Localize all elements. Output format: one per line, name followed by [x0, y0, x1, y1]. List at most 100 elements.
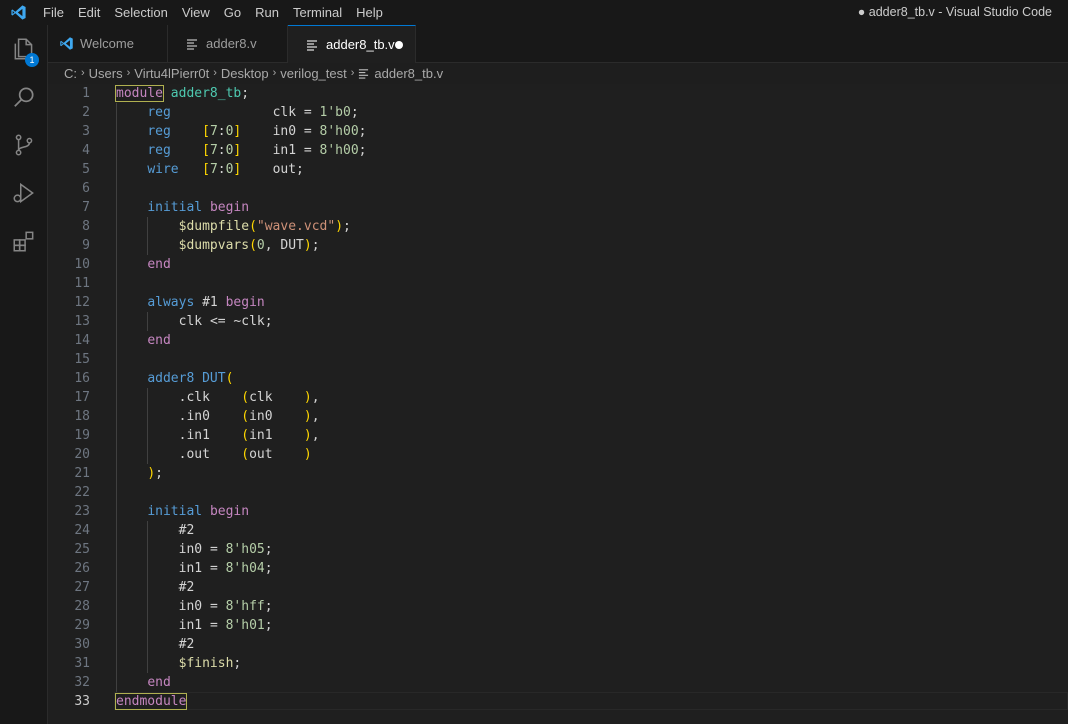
- line-number: 26: [74, 561, 90, 576]
- code-line[interactable]: 15: [48, 350, 1068, 369]
- activity-bar: 1: [0, 25, 48, 724]
- code-text: reg [7:0] in1 = 8'h00;: [147, 143, 367, 158]
- chevron-right-icon: ›: [126, 67, 131, 79]
- line-number: 29: [74, 618, 90, 633]
- extensions-icon[interactable]: [0, 217, 47, 265]
- code-line[interactable]: 25 in0 = 8'h05;: [48, 540, 1068, 559]
- code-line[interactable]: 20 .out (out ): [48, 445, 1068, 464]
- code-line[interactable]: 4 reg [7:0] in1 = 8'h00;: [48, 141, 1068, 160]
- code-editor[interactable]: 1 module adder8_tb; 2 reg clk = 1'b0; 3 reg…: [48, 84, 1068, 724]
- code-line[interactable]: 16 adder8 DUT(: [48, 369, 1068, 388]
- vscode-logo-icon: [58, 36, 74, 52]
- line-number: 8: [82, 219, 90, 234]
- code-line[interactable]: 11: [48, 274, 1068, 293]
- code-line[interactable]: 33 endmodule: [48, 692, 1068, 711]
- line-number: 32: [74, 675, 90, 690]
- vscode-logo-icon: [0, 0, 36, 25]
- menu-item-help[interactable]: Help: [349, 0, 390, 25]
- line-number: 4: [82, 143, 90, 158]
- current-line-highlight: [114, 692, 1068, 710]
- code-line[interactable]: 29 in1 = 8'h01;: [48, 616, 1068, 635]
- code-line[interactable]: 27 #2: [48, 578, 1068, 597]
- menu-item-view[interactable]: View: [175, 0, 217, 25]
- menu-item-go[interactable]: Go: [217, 0, 248, 25]
- indent-guide: [147, 521, 149, 673]
- modified-dot-icon[interactable]: [395, 41, 403, 49]
- code-line[interactable]: 19 .in1 (in1 ),: [48, 426, 1068, 445]
- code-line[interactable]: 1 module adder8_tb;: [48, 84, 1068, 103]
- code-line[interactable]: 26 in1 = 8'h04;: [48, 559, 1068, 578]
- line-number: 25: [74, 542, 90, 557]
- code-text: initial begin: [147, 200, 250, 215]
- code-line[interactable]: 14 end: [48, 331, 1068, 350]
- breadcrumb-item[interactable]: Users: [89, 66, 123, 81]
- breadcrumb: C: › Users › Virtu4lPierr0t › Desktop › verilog_…: [64, 62, 443, 84]
- line-number: 2: [82, 105, 90, 120]
- tab-label: adder8.v: [206, 36, 257, 51]
- tab-label: adder8_tb.v: [326, 37, 395, 52]
- code-line[interactable]: 10 end: [48, 255, 1068, 274]
- indent-guide: [147, 217, 149, 255]
- line-number: 28: [74, 599, 90, 614]
- code-line[interactable]: 17 .clk (clk ),: [48, 388, 1068, 407]
- breadcrumb-item[interactable]: verilog_test: [280, 66, 346, 81]
- line-number: 6: [82, 181, 90, 196]
- tab-adder8[interactable]: adder8.v: [168, 25, 288, 62]
- explorer-badge: 1: [25, 53, 39, 67]
- breadcrumb-item[interactable]: Desktop: [221, 66, 269, 81]
- code-line[interactable]: 28 in0 = 8'hff;: [48, 597, 1068, 616]
- menu-item-run[interactable]: Run: [248, 0, 286, 25]
- window-title: ● adder8_tb.v - Visual Studio Code: [857, 5, 1052, 19]
- code-line[interactable]: 6: [48, 179, 1068, 198]
- menu-item-file[interactable]: File: [36, 0, 71, 25]
- code-text: end: [147, 257, 171, 272]
- code-line[interactable]: 2 reg clk = 1'b0;: [48, 103, 1068, 122]
- search-icon[interactable]: [0, 73, 47, 121]
- chevron-right-icon: ›: [350, 67, 355, 79]
- tab-label: Welcome: [80, 36, 134, 51]
- line-number: 13: [74, 314, 90, 329]
- code-line[interactable]: 21 );: [48, 464, 1068, 483]
- breadcrumb-item[interactable]: Virtu4lPierr0t: [134, 66, 209, 81]
- code-text: end: [147, 675, 171, 690]
- code-line[interactable]: 3 reg [7:0] in0 = 8'h00;: [48, 122, 1068, 141]
- code-line[interactable]: 23 initial begin: [48, 502, 1068, 521]
- menu-item-terminal[interactable]: Terminal: [286, 0, 349, 25]
- line-number: 15: [74, 352, 90, 367]
- code-line[interactable]: 22: [48, 483, 1068, 502]
- code-line[interactable]: 24 #2: [48, 521, 1068, 540]
- line-number: 3: [82, 124, 90, 139]
- code-text: module adder8_tb;: [115, 85, 250, 102]
- lines-icon: [358, 68, 369, 79]
- tab-adder8-tb[interactable]: adder8_tb.v: [288, 25, 416, 63]
- code-line[interactable]: 18 .in0 (in0 ),: [48, 407, 1068, 426]
- menu-item-edit[interactable]: Edit: [71, 0, 107, 25]
- breadcrumb-item[interactable]: adder8_tb.v: [374, 66, 443, 81]
- source-control-icon[interactable]: [0, 121, 47, 169]
- breadcrumb-item[interactable]: C:: [64, 66, 77, 81]
- code-line[interactable]: 31 $finish;: [48, 654, 1068, 673]
- line-number: 23: [74, 504, 90, 519]
- code-text: #2: [178, 637, 195, 652]
- run-debug-icon[interactable]: [0, 169, 47, 217]
- chevron-right-icon: ›: [81, 67, 85, 79]
- code-text: in1 = 8'h01;: [178, 618, 273, 633]
- code-line[interactable]: 7 initial begin: [48, 198, 1068, 217]
- tab-welcome[interactable]: Welcome: [48, 25, 168, 62]
- code-line[interactable]: 32 end: [48, 673, 1068, 692]
- code-line[interactable]: 13 clk <= ~clk;: [48, 312, 1068, 331]
- menu-item-selection[interactable]: Selection: [107, 0, 174, 25]
- code-text: in0 = 8'hff;: [178, 599, 273, 614]
- code-line[interactable]: 9 $dumpvars(0, DUT);: [48, 236, 1068, 255]
- code-line[interactable]: 5 wire [7:0] out;: [48, 160, 1068, 179]
- explorer-icon[interactable]: 1: [0, 25, 47, 73]
- code-text: end: [147, 333, 171, 348]
- code-line[interactable]: 8 $dumpfile("wave.vcd");: [48, 217, 1068, 236]
- code-line[interactable]: 30 #2: [48, 635, 1068, 654]
- line-number: 19: [74, 428, 90, 443]
- line-number: 24: [74, 523, 90, 538]
- line-number: 9: [82, 238, 90, 253]
- code-text: clk <= ~clk;: [178, 314, 273, 329]
- code-line[interactable]: 12 always #1 begin: [48, 293, 1068, 312]
- line-number: 31: [74, 656, 90, 671]
